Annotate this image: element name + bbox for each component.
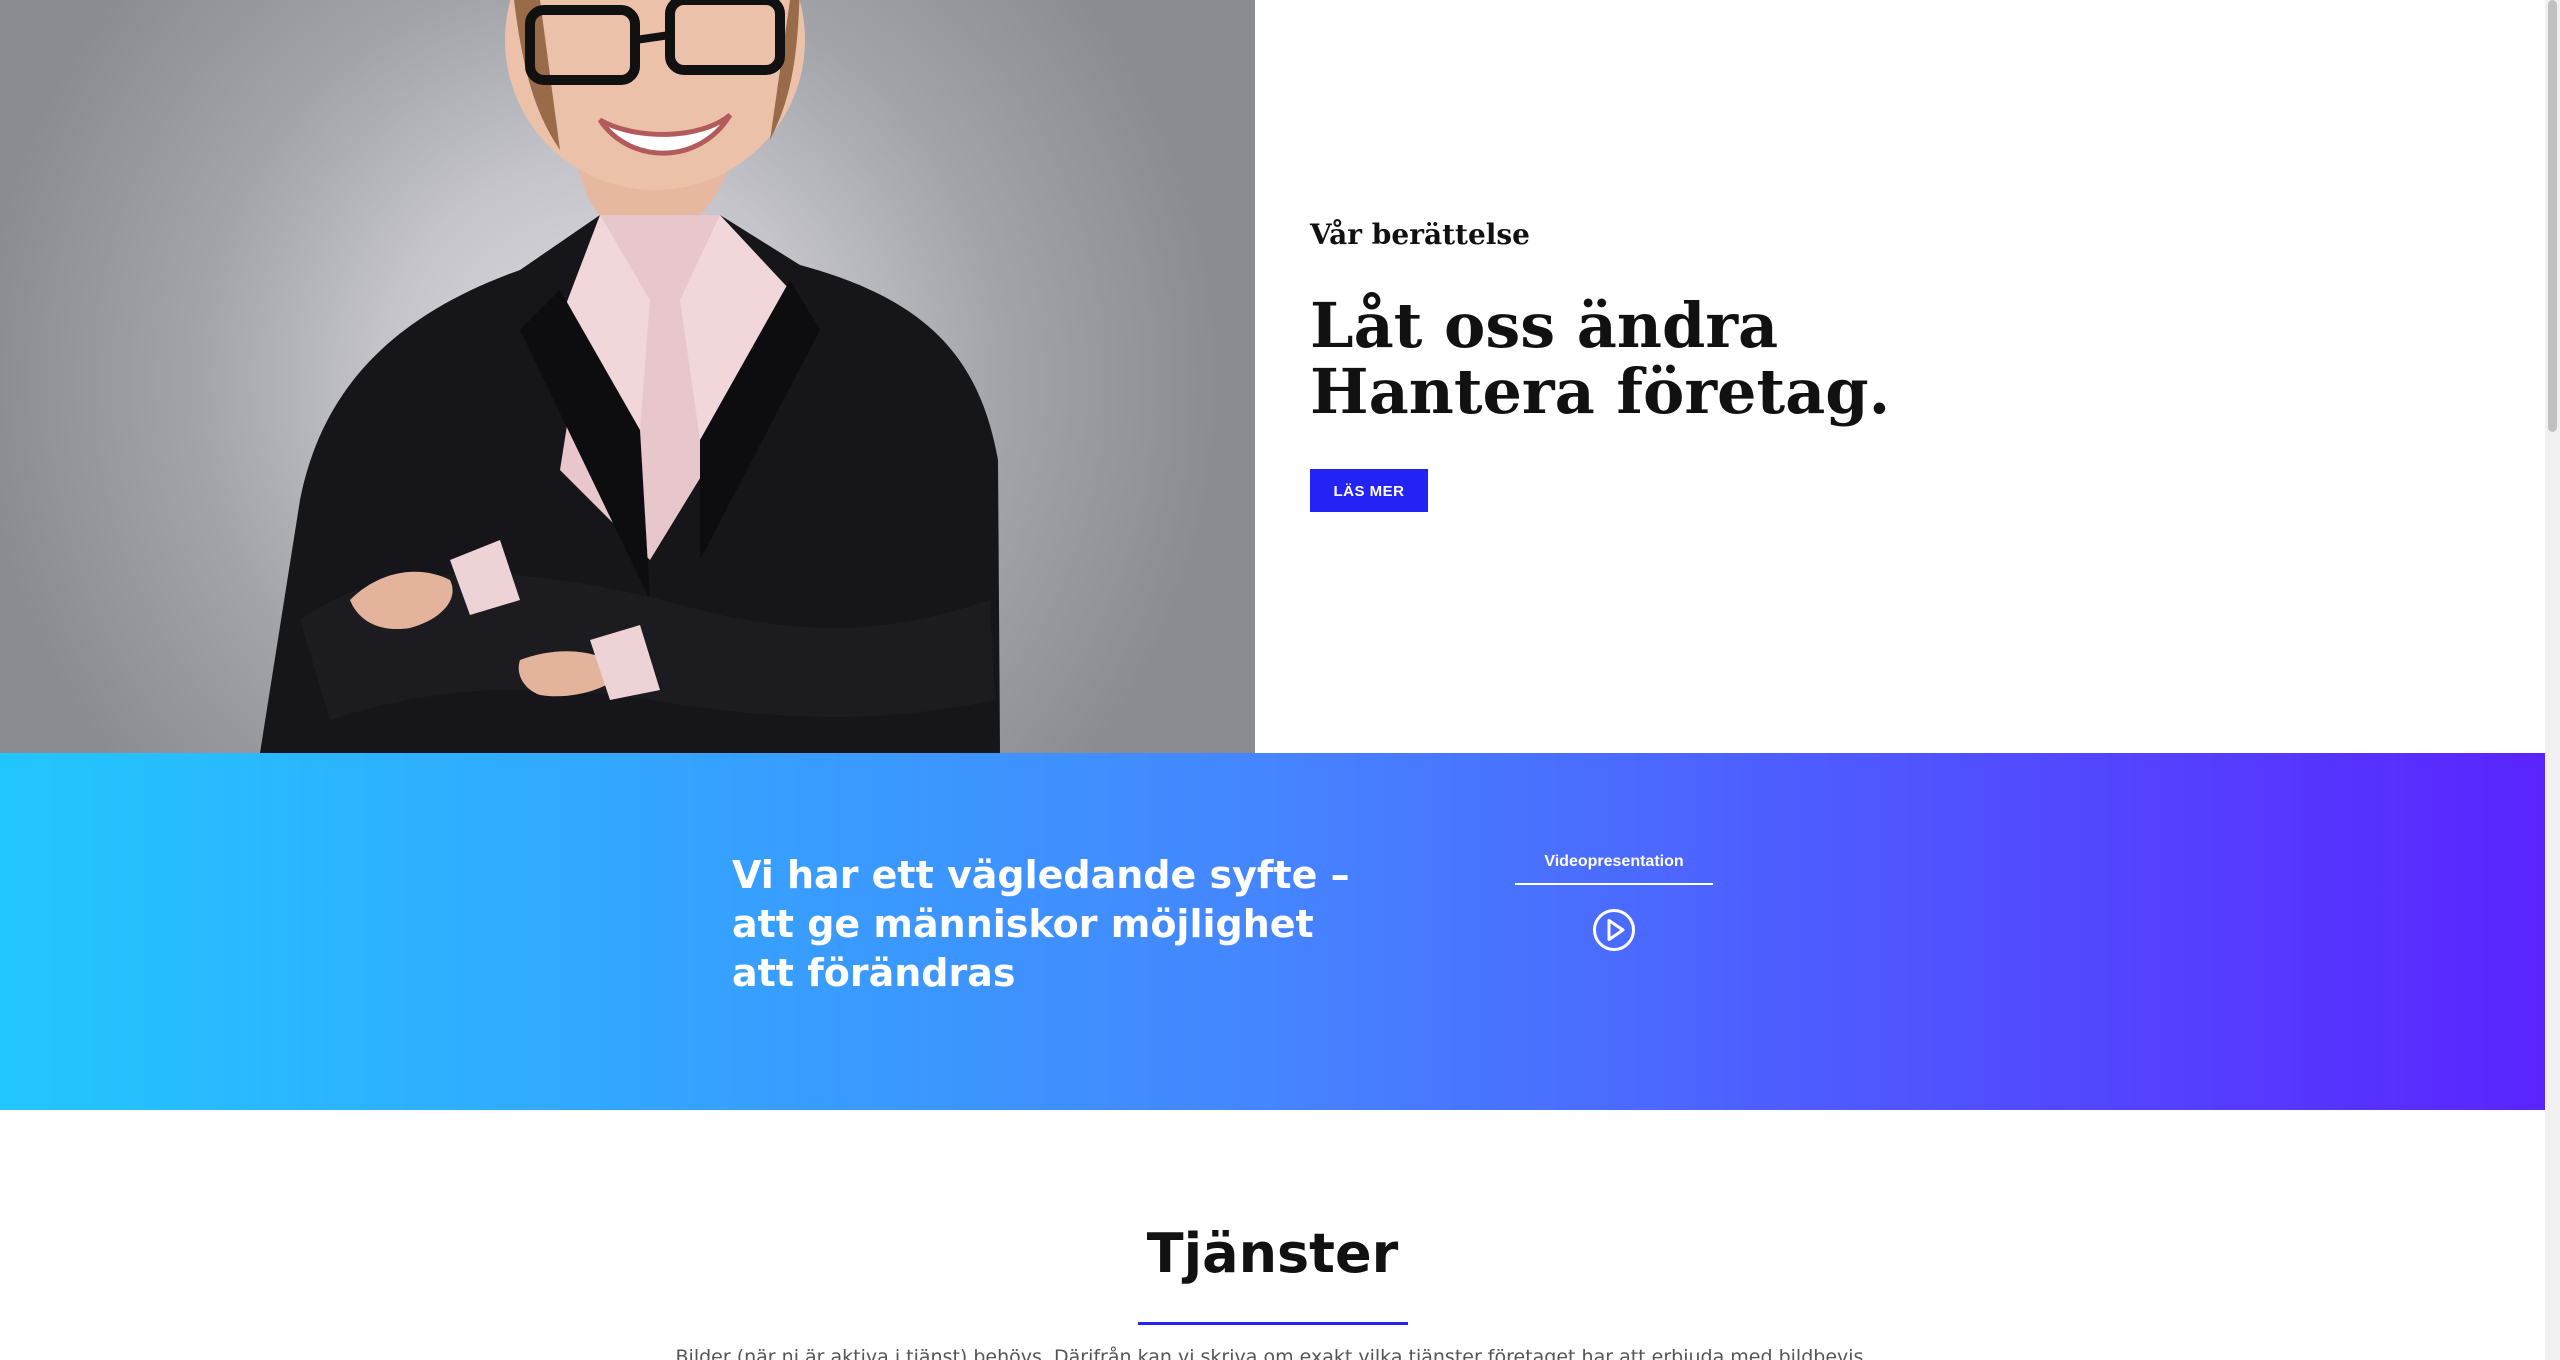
services-title: Tjänster	[1146, 1222, 1399, 1285]
hero-photo	[0, 0, 1255, 753]
hero-headline: Låt oss ändra Hantera företag.	[1310, 289, 1891, 428]
services-divider	[1138, 1322, 1408, 1325]
purpose-band: Vi har ett vägledande syfte – att ge män…	[0, 753, 2545, 1110]
play-circle-icon	[1593, 909, 1635, 951]
play-button[interactable]	[1592, 908, 1636, 952]
purpose-statement: Vi har ett vägledande syfte – att ge män…	[732, 853, 1350, 995]
hero-section: Vår berättelse Låt oss ändra Hantera för…	[0, 0, 2545, 753]
hero-content: Vår berättelse Låt oss ändra Hantera för…	[1310, 218, 2010, 512]
scrollbar-thumb[interactable]	[2548, 0, 2557, 432]
read-more-button[interactable]: LÄS MER	[1310, 469, 1428, 512]
page-scrollbar[interactable]	[2545, 0, 2560, 1360]
businesswoman-illustration	[260, 0, 1000, 753]
video-presentation-tab[interactable]: Videopresentation	[1515, 853, 1713, 885]
services-intro: Bilder (när ni är aktiva i tjänst) behöv…	[675, 1346, 1870, 1360]
hero-eyebrow: Vår berättelse	[1310, 218, 1530, 251]
page: Vår berättelse Låt oss ändra Hantera för…	[0, 0, 2545, 1360]
